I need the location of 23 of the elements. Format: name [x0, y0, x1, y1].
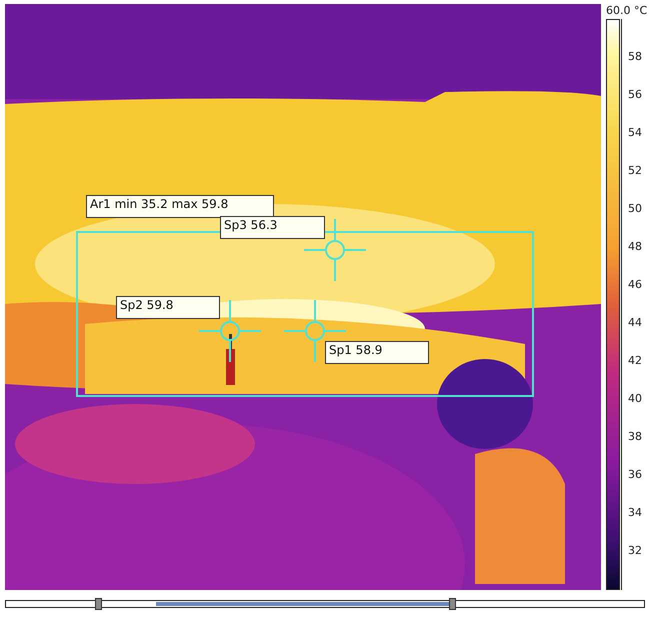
scale-tick-label: 52	[627, 163, 642, 179]
crosshair-icon	[304, 219, 366, 281]
spot-label: Sp1 58.9	[325, 341, 429, 364]
scale-tick-label: 58	[627, 49, 642, 65]
slider-handle[interactable]	[94, 598, 102, 610]
crosshair-icon	[199, 300, 261, 362]
scale-tick-label: 34	[627, 505, 642, 521]
spot-label: Sp3 56.3	[220, 216, 325, 239]
scale-tick-label: 42	[627, 353, 642, 369]
slider-handle[interactable]	[449, 598, 456, 610]
scale-tick-label: 50	[627, 201, 642, 217]
scale-tick-label: 36	[627, 467, 642, 483]
scale-tick-label: 54	[627, 125, 642, 141]
scale-tick-label: 40	[627, 391, 642, 407]
area-label: Ar1 min 35.2 max 59.8	[86, 195, 274, 218]
scale-tick-label: 56	[627, 87, 642, 103]
scale-tick-label: 44	[627, 315, 642, 331]
scale-tick-label: 38	[627, 429, 642, 445]
spot-label: Sp2 59.8	[116, 296, 220, 319]
scale-tick-label: 32	[627, 543, 642, 559]
scale-tick-label: 46	[627, 277, 642, 293]
scale-max-label: 60.0 °C	[606, 4, 648, 19]
scale-tick-label: 48	[627, 239, 642, 255]
